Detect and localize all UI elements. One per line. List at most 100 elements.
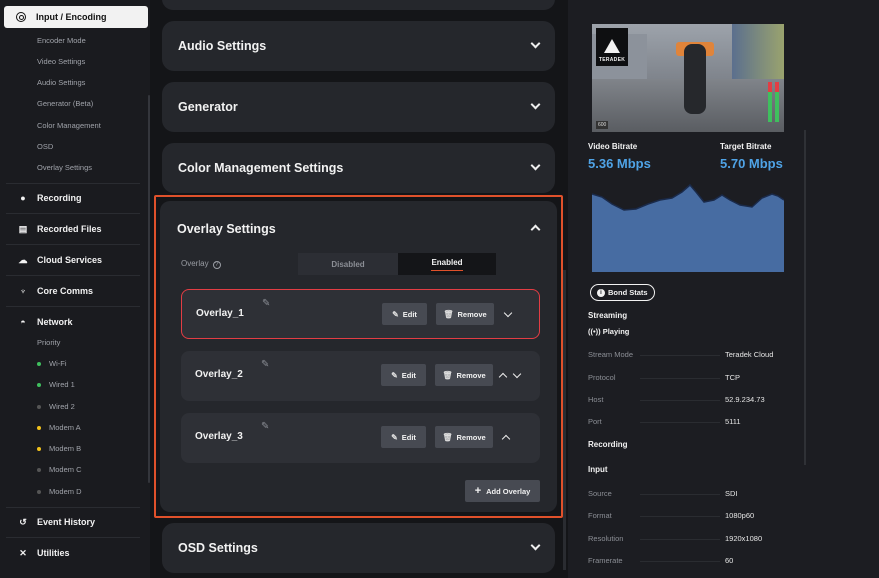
sidebar-item-modem-b[interactable]: Modem B [37,444,81,453]
panel-osd-settings[interactable]: OSD Settings [162,523,555,573]
audio-meter [775,82,779,122]
cloud-icon: ☁ [18,254,28,265]
remove-button[interactable]: 🗑 Remove [436,303,494,325]
logo-mark [604,39,620,53]
status-dot [37,404,41,409]
target-bitrate-label: Target Bitrate [720,142,772,151]
panel-audio-settings[interactable]: Audio Settings [162,21,555,71]
chevron-down-icon[interactable] [530,540,541,551]
format-value: 1080p60 [725,511,755,520]
nav-utilities[interactable]: ✕ Utilities [18,548,69,559]
overlay-enabled-option[interactable]: Enabled [398,253,496,275]
overlay-name: Overlay_2 [195,369,243,380]
sidebar-item-audio-settings[interactable]: Audio Settings [37,78,85,87]
sidebar-divider [6,507,140,508]
sidebar-item-overlay-settings[interactable]: Overlay Settings [37,163,92,172]
rename-pencil-icon[interactable]: ✎ [261,421,269,432]
overlay-row[interactable]: Overlay_3 ✎ ✎ Edit 🗑 Remove [181,413,540,463]
remove-button[interactable]: 🗑 Remove [435,426,493,448]
chevron-down-icon[interactable] [530,160,541,171]
chevron-down-icon[interactable] [530,38,541,49]
trash-icon: 🗑 [442,432,453,442]
status-scrollbar[interactable] [804,130,806,465]
pencil-icon: ✎ [391,370,398,380]
nav-recording[interactable]: ● Recording [18,193,81,203]
sidebar-item-modem-d[interactable]: Modem D [37,487,82,496]
status-dot [37,361,41,366]
edit-button[interactable]: ✎ Edit [381,426,426,448]
chevron-up-icon[interactable] [530,224,541,235]
format-key: Format [588,511,612,520]
sidebar-item-wired-2[interactable]: Wired 2 [37,402,75,411]
pencil-icon: ✎ [392,309,399,319]
sidebar-item-modem-a[interactable]: Modem A [37,423,81,432]
nav-event-history[interactable]: ↺ Event History [18,517,95,528]
port-key: Port [588,417,602,426]
nav-core-comms[interactable]: ♆ Core Comms [18,286,93,296]
streaming-status: ((•)) Playing [588,327,629,336]
chevron-down-icon[interactable] [530,99,541,110]
nav-recorded-files[interactable]: ▤ Recorded Files [18,223,102,235]
overlay-row[interactable]: Overlay_2 ✎ ✎ Edit 🗑 Remove [181,351,540,401]
teradek-logo: TERADEK [596,28,628,66]
preview-bike [684,44,706,114]
sidebar-item-priority[interactable]: Priority [37,338,60,347]
panel-title: Audio Settings [178,39,267,53]
sidebar-item-wired-1[interactable]: Wired 1 [37,380,75,389]
move-down-chevron-icon[interactable] [512,369,522,379]
trash-icon: 🗑 [443,309,454,319]
app-root: Input / Encoding Encoder Mode Video Sett… [0,0,879,578]
sidebar-item-wifi[interactable]: Wi-Fi [37,359,67,368]
sidebar-item-color-management[interactable]: Color Management [37,121,101,130]
rename-pencil-icon[interactable]: ✎ [261,359,269,370]
sidebar-divider [6,244,140,245]
sidebar-item-label: Modem C [49,465,82,474]
nav-cloud-services-label: Cloud Services [37,255,103,265]
sidebar-scrollbar[interactable] [148,95,150,483]
add-overlay-button[interactable]: + Add Overlay [465,480,540,502]
bond-stats-label: Bond Stats [608,288,648,297]
rename-pencil-icon[interactable]: ✎ [262,298,270,309]
edit-button[interactable]: ✎ Edit [382,303,427,325]
remove-button-label: Remove [456,432,486,442]
settings-scrollbar[interactable] [563,270,566,570]
info-icon: i [597,288,605,297]
move-down-chevron-icon[interactable] [503,308,513,318]
sidebar-item-osd[interactable]: OSD [37,142,53,151]
sidebar-item-video-settings[interactable]: Video Settings [37,57,85,66]
streaming-heading: Streaming [588,311,628,320]
panel-generator[interactable]: Generator [162,82,555,132]
streaming-status-text: Playing [602,327,630,336]
overlay-row[interactable]: Overlay_1 ✎ ✎ Edit 🗑 Remove [181,289,540,339]
video-bitrate-label: Video Bitrate [588,142,638,151]
panel-overlay-settings: Overlay Settings Overlay ? Disabled Enab… [160,201,557,512]
remove-button[interactable]: 🗑 Remove [435,364,493,386]
stream-mode-key: Stream Mode [588,350,634,359]
sidebar-item-encoder-mode[interactable]: Encoder Mode [37,36,86,45]
nav-recorded-files-label: Recorded Files [37,224,102,234]
move-up-chevron-icon[interactable] [501,434,511,444]
nav-input-encoding[interactable]: Input / Encoding [4,6,148,28]
overlay-name: Overlay_3 [195,431,243,442]
nav-network[interactable]: ◓ Network [18,317,73,327]
input-encoding-icon [16,12,26,22]
resolution-key: Resolution [588,534,624,543]
help-icon[interactable]: ? [212,261,221,269]
overlay-disabled-option[interactable]: Disabled [298,253,398,275]
edit-button[interactable]: ✎ Edit [381,364,426,386]
panel-title: OSD Settings [178,541,258,555]
panel-color-management[interactable]: Color Management Settings [162,143,555,193]
row-leader [640,561,720,562]
nav-cloud-services[interactable]: ☁ Cloud Services [18,254,103,266]
sidebar-item-modem-c[interactable]: Modem C [37,465,82,474]
file-icon: ▤ [18,223,28,234]
source-value: SDI [725,489,738,498]
panel-title: Overlay Settings [177,222,276,236]
sidebar-item-label: Wired 1 [49,380,75,389]
nav-network-label: Network [37,317,73,327]
protocol-value: TCP [725,373,740,382]
sidebar-item-generator[interactable]: Generator (Beta) [37,99,93,108]
bond-stats-button[interactable]: i Bond Stats [590,284,655,301]
panel-title: Generator [178,100,238,114]
move-up-chevron-icon[interactable] [498,372,508,382]
